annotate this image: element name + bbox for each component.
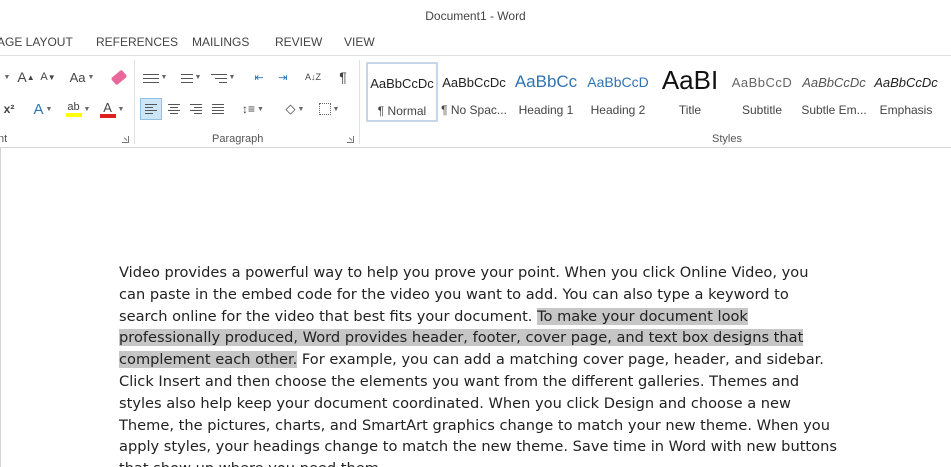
font-color-button[interactable]: A ▼ <box>96 98 128 120</box>
change-case-icon: Aa <box>69 69 86 85</box>
change-case-button[interactable]: Aa ▼ <box>66 66 98 88</box>
line-spacing-button[interactable]: ↕≡ ▼ <box>238 98 268 120</box>
style-sample: AaBI <box>661 65 719 95</box>
borders-icon <box>318 103 331 115</box>
multilevel-list-icon <box>210 72 227 83</box>
align-right-button[interactable] <box>185 98 207 120</box>
paragraph-group-label: Paragraph <box>212 133 264 145</box>
group-separator <box>134 60 135 144</box>
group-separator <box>359 60 360 144</box>
shading-button[interactable]: ◇ ▼ <box>280 98 310 120</box>
style-heading-2[interactable]: AaBbCcD Heading 2 <box>582 62 654 122</box>
style-sample: AaBbCcDc <box>802 75 866 90</box>
tab-view[interactable]: VIEW <box>344 35 375 49</box>
highlighter-icon: ab <box>65 101 82 117</box>
clear-formatting-button[interactable] <box>108 66 130 88</box>
title-bar: Document1 - Word <box>0 0 951 31</box>
page-edge <box>0 148 1 467</box>
style-title[interactable]: AaBI Title <box>654 62 726 122</box>
eraser-icon <box>110 69 128 85</box>
paint-bucket-icon: ◇ <box>285 101 296 116</box>
increase-indent-button[interactable]: ⇥ <box>272 66 294 88</box>
decrease-indent-button[interactable]: ⇤ <box>248 66 270 88</box>
align-center-button[interactable] <box>163 98 185 120</box>
font-color-icon: A <box>99 99 116 118</box>
styles-group-label: Styles <box>712 133 742 145</box>
sort-button[interactable]: A↓Z <box>302 66 324 88</box>
text-effects-button[interactable]: A ▼ <box>28 98 58 120</box>
font-group-label: nt <box>0 133 8 145</box>
style-normal[interactable]: AaBbCcDc ¶ Normal <box>366 62 438 122</box>
style-name: Emphasis <box>879 103 933 117</box>
superscript-icon: x² <box>3 102 15 116</box>
style-subtle-emphasis[interactable]: AaBbCcDc Subtle Em... <box>798 62 870 122</box>
paragraph-dialog-launcher[interactable] <box>347 136 354 143</box>
style-name: Subtitle <box>741 103 783 117</box>
style-no-spacing[interactable]: AaBbCcDc ¶ No Spac... <box>438 62 510 122</box>
numbering-button[interactable]: ▼ <box>174 66 204 88</box>
style-name: Heading 2 <box>590 103 646 117</box>
document-paragraph[interactable]: Video provides a powerful way to help yo… <box>119 262 839 467</box>
ribbon-tabs: AGE LAYOUT REFERENCES MAILINGS REVIEW VI… <box>0 31 951 55</box>
window-title: Document1 - Word <box>425 9 526 23</box>
align-center-icon <box>168 102 180 116</box>
shrink-font-icon: A <box>40 71 48 83</box>
style-sample: AaBbCcD <box>587 74 649 90</box>
style-name: Heading 1 <box>518 103 574 117</box>
highlight-swatch <box>65 113 82 117</box>
tab-page-layout[interactable]: AGE LAYOUT <box>0 35 73 49</box>
line-spacing-icon: ↕≡ <box>242 102 256 116</box>
align-left-icon <box>145 102 157 116</box>
align-right-icon <box>190 102 202 116</box>
increase-indent-icon: ⇥ <box>278 71 288 84</box>
body-text: For example, you can add a matching cove… <box>119 351 837 467</box>
justify-button[interactable] <box>207 98 229 120</box>
show-hide-button[interactable]: ¶ <box>332 66 354 88</box>
style-emphasis[interactable]: AaBbCcDc Emphasis <box>870 62 942 122</box>
style-name: Title <box>678 103 702 117</box>
style-subtitle[interactable]: AaBbCcD Subtitle <box>726 62 798 122</box>
align-left-button[interactable] <box>140 98 162 120</box>
grow-font-icon: A <box>17 69 27 85</box>
highlight-color-button[interactable]: ab ▼ <box>62 98 94 120</box>
text-effects-icon: A <box>33 100 44 118</box>
font-color-swatch <box>99 113 116 118</box>
style-sample: AaBbCcDc <box>442 75 506 90</box>
style-heading-1[interactable]: AaBbCc Heading 1 <box>510 62 582 122</box>
justify-icon <box>212 102 224 116</box>
grow-font-button[interactable]: A ▲ <box>16 66 36 88</box>
bullets-icon <box>142 72 159 83</box>
highlight-label: ab <box>67 101 80 113</box>
tab-mailings[interactable]: MAILINGS <box>192 35 249 49</box>
style-name: ¶ Normal <box>377 104 427 118</box>
tab-review[interactable]: REVIEW <box>275 35 322 49</box>
shrink-font-button[interactable]: A ▼ <box>38 66 58 88</box>
ribbon: ▼ A ▲ A ▼ Aa ▼ x² A ▼ ab ▼ A ▼ nt ▼ ▼ ▼ ⇤ ⇥ <box>0 55 951 148</box>
multilevel-list-button[interactable]: ▼ <box>208 66 238 88</box>
decrease-indent-icon: ⇤ <box>254 71 264 84</box>
style-sample: AaBbCcDc <box>874 75 938 90</box>
bullets-button[interactable]: ▼ <box>140 66 170 88</box>
font-dialog-launcher[interactable] <box>122 136 129 143</box>
style-name: ¶ No Spac... <box>441 103 507 117</box>
style-sample: AaBbCcD <box>731 75 793 90</box>
pilcrow-icon: ¶ <box>339 69 347 85</box>
sort-icon: A↓Z <box>304 72 321 82</box>
font-color-label: A <box>103 99 112 115</box>
numbering-icon <box>177 72 193 83</box>
tab-references[interactable]: REFERENCES <box>96 35 178 49</box>
style-sample: AaBbCc <box>514 72 578 91</box>
style-name: Subtle Em... <box>801 103 867 117</box>
style-sample: AaBbCcDc <box>370 76 434 91</box>
borders-button[interactable]: ▼ <box>314 98 344 120</box>
font-size-dropdown[interactable]: ▼ <box>0 66 12 88</box>
superscript-button[interactable]: x² <box>0 98 18 120</box>
